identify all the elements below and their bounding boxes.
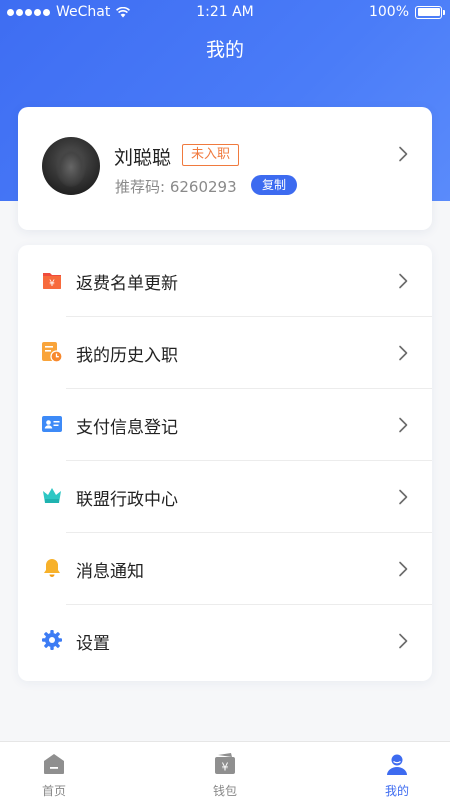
chevron-right-icon[interactable] bbox=[398, 146, 408, 162]
menu-item-admin-center[interactable]: 联盟行政中心 bbox=[18, 461, 432, 533]
menu-item-label: 联盟行政中心 bbox=[76, 490, 178, 510]
menu-item-label: 消息通知 bbox=[76, 562, 144, 582]
crown-icon bbox=[43, 488, 61, 503]
chevron-right-icon bbox=[399, 633, 408, 649]
gear-icon bbox=[42, 630, 62, 650]
tab-profile[interactable]: 我的 bbox=[352, 742, 442, 800]
battery-percent: 100% bbox=[368, 4, 409, 20]
svg-text:¥: ¥ bbox=[222, 761, 229, 774]
user-name: 刘聪聪 bbox=[114, 147, 172, 169]
chevron-right-icon bbox=[399, 561, 408, 577]
chevron-right-icon bbox=[399, 417, 408, 433]
history-clock-icon bbox=[42, 342, 63, 363]
id-card-icon bbox=[42, 416, 62, 432]
status-bar: WeChat 1:21 AM 100% bbox=[0, 0, 450, 24]
tab-label: 首页 bbox=[41, 784, 66, 798]
menu-card: ¥ 返费名单更新 我的历史入职 支付信息登记 联盟行政中心 消息通知 设置 bbox=[18, 245, 432, 681]
menu-item-label: 设置 bbox=[76, 634, 110, 654]
menu-item-rebate-list[interactable]: ¥ 返费名单更新 bbox=[18, 245, 432, 317]
tab-label: 我的 bbox=[384, 784, 409, 798]
home-icon bbox=[44, 754, 64, 774]
chevron-right-icon bbox=[399, 273, 408, 289]
tab-label: 钱包 bbox=[212, 784, 237, 798]
wallet-icon: ¥ bbox=[215, 753, 235, 774]
menu-item-history[interactable]: 我的历史入职 bbox=[18, 317, 432, 389]
menu-item-settings[interactable]: 设置 bbox=[18, 605, 432, 677]
bell-icon bbox=[44, 559, 60, 577]
chevron-right-icon bbox=[399, 489, 408, 505]
menu-item-label: 我的历史入职 bbox=[76, 346, 178, 366]
menu-item-label: 支付信息登记 bbox=[76, 418, 178, 438]
svg-text:¥: ¥ bbox=[49, 279, 55, 289]
rebate-list-icon: ¥ bbox=[43, 273, 61, 289]
tab-wallet[interactable]: ¥ 钱包 bbox=[180, 742, 270, 800]
avatar[interactable] bbox=[42, 137, 100, 195]
status-badge: 未入职 bbox=[182, 144, 240, 166]
profile-card[interactable]: 刘聪聪 未入职 推荐码: 6260293 复制 bbox=[18, 107, 432, 230]
menu-item-payment-info[interactable]: 支付信息登记 bbox=[18, 389, 432, 461]
tab-home[interactable]: 首页 bbox=[9, 742, 99, 800]
user-icon bbox=[387, 754, 407, 775]
chevron-right-icon bbox=[399, 345, 408, 361]
referral-code: 推荐码: 6260293 bbox=[115, 178, 237, 196]
tab-bar: 首页 ¥ 钱包 我的 bbox=[0, 741, 450, 800]
copy-button[interactable]: 复制 bbox=[251, 175, 298, 195]
menu-item-label: 返费名单更新 bbox=[76, 274, 178, 294]
status-right: 100% bbox=[368, 4, 445, 20]
page-title: 我的 bbox=[205, 39, 244, 61]
battery-icon bbox=[415, 5, 445, 19]
menu-item-notifications[interactable]: 消息通知 bbox=[18, 533, 432, 605]
profile-screen: WeChat 1:21 AM 100% 我的 刘聪聪 未入职 推荐码: 6260… bbox=[0, 0, 450, 800]
